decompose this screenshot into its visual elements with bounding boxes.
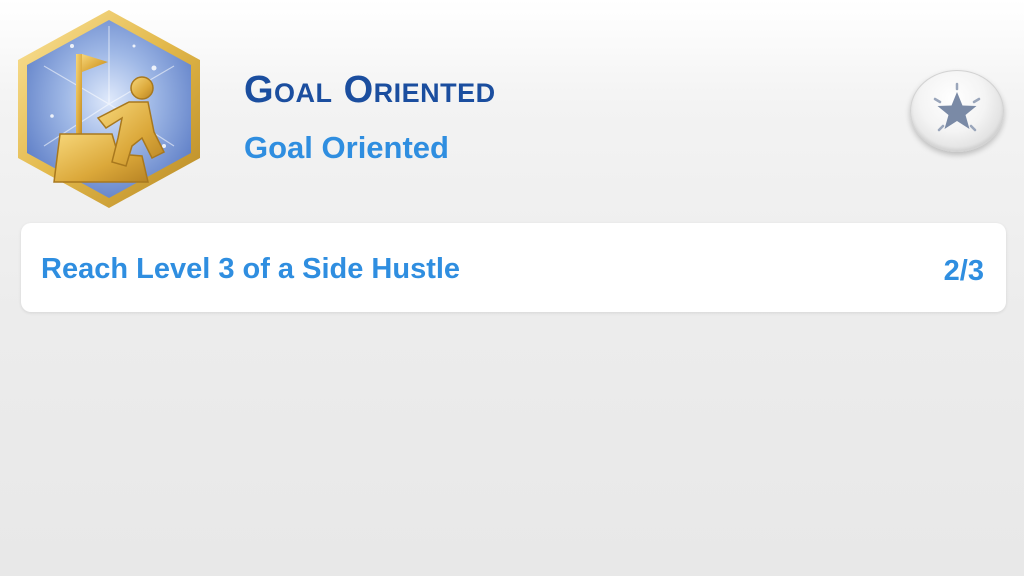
star-icon: [933, 82, 981, 132]
favorite-star-button[interactable]: [910, 70, 1004, 152]
aspiration-subtitle: Goal Oriented: [244, 130, 449, 165]
aspiration-badge: [14, 6, 204, 212]
goal-item: Reach Level 3 of a Side Hustle 2/3: [21, 223, 1006, 312]
aspiration-title: Goal Oriented: [244, 69, 496, 111]
goal-progress-count: 2/3: [943, 255, 984, 287]
climbing-figure-with-flag-icon: [18, 10, 200, 208]
goal-label: Reach Level 3 of a Side Hustle: [41, 253, 461, 285]
